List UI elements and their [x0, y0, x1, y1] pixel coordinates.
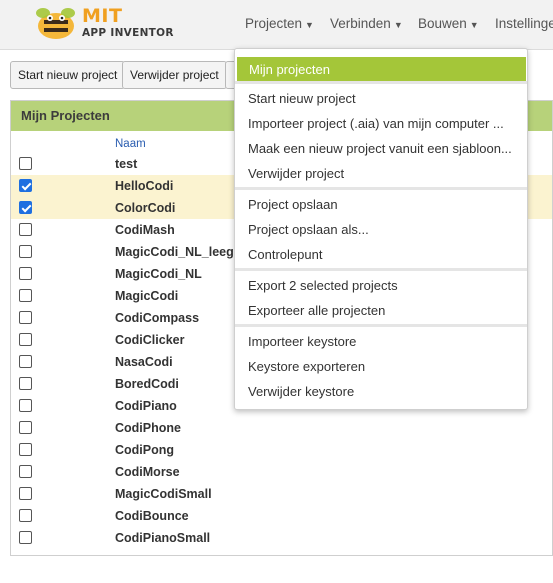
- table-row[interactable]: CodiBounce: [11, 505, 552, 527]
- row-checkbox[interactable]: [19, 487, 32, 500]
- project-name[interactable]: ColorCodi: [115, 201, 175, 215]
- menu-item-export-all[interactable]: Exporteer alle projecten: [235, 298, 527, 323]
- row-checkbox[interactable]: [19, 157, 32, 170]
- row-checkbox[interactable]: [19, 311, 32, 324]
- row-checkbox[interactable]: [19, 223, 32, 236]
- logo-mit-text: MIT: [82, 5, 123, 27]
- row-checkbox[interactable]: [19, 355, 32, 368]
- row-checkbox[interactable]: [19, 267, 32, 280]
- start-new-project-button[interactable]: Start nieuw project: [10, 61, 126, 89]
- table-row[interactable]: MagicCodiSmall: [11, 483, 552, 505]
- row-checkbox[interactable]: [19, 465, 32, 478]
- row-checkbox[interactable]: [19, 179, 32, 192]
- logo-app-inventor-text: APP INVENTOR: [82, 27, 174, 39]
- caret-down-icon: ▼: [393, 20, 403, 30]
- row-checkbox[interactable]: [19, 421, 32, 434]
- menu-separator: [235, 187, 527, 190]
- project-name[interactable]: MagicCodi_NL_leeg: [115, 245, 234, 259]
- delete-project-button[interactable]: Verwijder project: [122, 61, 227, 89]
- nav-verbinden[interactable]: Verbinden ▼: [330, 16, 403, 31]
- table-row[interactable]: CodiPhone: [11, 417, 552, 439]
- project-name[interactable]: MagicCodiSmall: [115, 487, 212, 501]
- nav-projecten[interactable]: Projecten ▼: [245, 16, 314, 31]
- table-row[interactable]: CodiPianoSmall: [11, 527, 552, 549]
- menu-item-export-selected[interactable]: Export 2 selected projects: [235, 273, 527, 298]
- nav-bouwen[interactable]: Bouwen ▼: [418, 16, 479, 31]
- projects-dropdown-menu: Mijn projecten Start nieuw project Importe…: [234, 48, 528, 410]
- project-name[interactable]: HelloCodi: [115, 179, 173, 193]
- caret-down-icon: ▼: [469, 20, 479, 30]
- menu-separator: [235, 81, 527, 84]
- row-checkbox[interactable]: [19, 509, 32, 522]
- table-row[interactable]: CodiMorse: [11, 461, 552, 483]
- menu-item-delete-keystore[interactable]: Verwijder keystore: [235, 379, 527, 404]
- project-name[interactable]: CodiMorse: [115, 465, 180, 479]
- row-checkbox[interactable]: [19, 443, 32, 456]
- row-checkbox[interactable]: [19, 289, 32, 302]
- menu-item-new-from-template[interactable]: Maak een nieuw project vanuit een sjablo…: [235, 136, 527, 161]
- menu-item-checkpoint[interactable]: Controlepunt: [235, 242, 527, 267]
- project-name[interactable]: CodiPiano: [115, 399, 177, 413]
- column-header-name[interactable]: Naam: [115, 138, 146, 150]
- menu-item-delete-project[interactable]: Verwijder project: [235, 161, 527, 186]
- nav-bouwen-label: Bouwen: [418, 16, 467, 31]
- menu-item-import-keystore[interactable]: Importeer keystore: [235, 329, 527, 354]
- menu-separator: [235, 268, 527, 271]
- project-name[interactable]: CodiClicker: [115, 333, 184, 347]
- project-name[interactable]: CodiPhone: [115, 421, 181, 435]
- menu-item-start-new-project[interactable]: Start nieuw project: [235, 86, 527, 111]
- menu-item-my-projects[interactable]: Mijn projecten: [237, 57, 526, 82]
- row-checkbox[interactable]: [19, 245, 32, 258]
- project-name[interactable]: CodiBounce: [115, 509, 189, 523]
- app-inventor-bee-icon[interactable]: [34, 4, 78, 42]
- caret-down-icon: ▼: [305, 20, 314, 30]
- row-checkbox[interactable]: [19, 333, 32, 346]
- nav-instellingen[interactable]: Instellingen: [495, 16, 553, 31]
- menu-item-save-project-as[interactable]: Project opslaan als...: [235, 217, 527, 242]
- project-name[interactable]: CodiPong: [115, 443, 174, 457]
- nav-projecten-label: Projecten: [245, 16, 303, 31]
- project-name[interactable]: MagicCodi_NL: [115, 267, 202, 281]
- project-name[interactable]: CodiCompass: [115, 311, 199, 325]
- project-name[interactable]: test: [115, 157, 137, 171]
- project-name[interactable]: NasaCodi: [115, 355, 173, 369]
- row-checkbox[interactable]: [19, 201, 32, 214]
- project-name[interactable]: BoredCodi: [115, 377, 179, 391]
- menu-item-save-project[interactable]: Project opslaan: [235, 192, 527, 217]
- nav-verbinden-label: Verbinden: [330, 16, 391, 31]
- menu-item-import-project[interactable]: Importeer project (.aia) van mijn comput…: [235, 111, 527, 136]
- menu-separator: [235, 324, 527, 327]
- row-checkbox[interactable]: [19, 377, 32, 390]
- project-name[interactable]: CodiPianoSmall: [115, 531, 210, 545]
- row-checkbox[interactable]: [19, 531, 32, 544]
- project-name[interactable]: MagicCodi: [115, 289, 178, 303]
- table-row[interactable]: CodiPong: [11, 439, 552, 461]
- menu-item-export-keystore[interactable]: Keystore exporteren: [235, 354, 527, 379]
- row-checkbox[interactable]: [19, 399, 32, 412]
- top-bar: MIT APP INVENTOR Projecten ▼ Verbinden ▼ B…: [0, 0, 553, 50]
- nav-instellingen-label: Instellingen: [495, 16, 553, 31]
- project-name[interactable]: CodiMash: [115, 223, 175, 237]
